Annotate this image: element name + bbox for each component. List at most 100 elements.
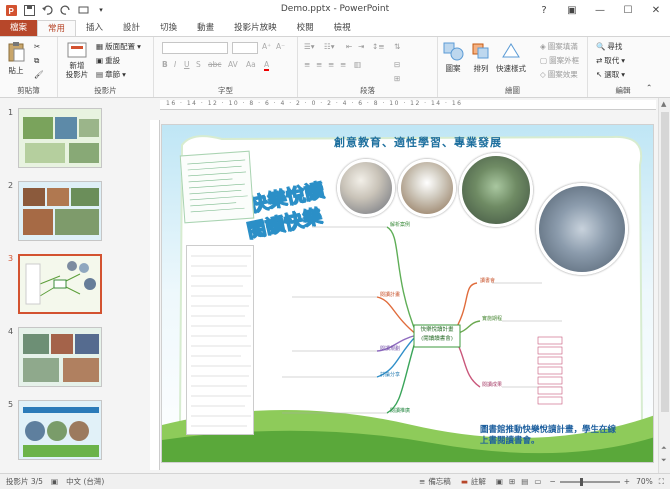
shrink-font-icon[interactable]: A⁻ bbox=[276, 42, 285, 51]
redo-icon[interactable] bbox=[58, 3, 72, 17]
shape-effects-button[interactable]: ◇ 圖案效果 bbox=[540, 69, 578, 80]
cut-icon[interactable]: ✂ bbox=[34, 42, 40, 51]
slideshow-view-icon[interactable]: ▭ bbox=[534, 477, 541, 486]
increase-indent-icon[interactable]: ⇥ bbox=[358, 42, 364, 51]
group-slides: 新增 投影片 ▦ 版面配置 ▾ ▣ 重設 ▤ 章節 ▾ 投影片 bbox=[58, 37, 154, 97]
find-button[interactable]: 🔍 尋找 bbox=[596, 41, 622, 52]
normal-view-icon[interactable]: ▣ bbox=[496, 477, 503, 486]
tab-view[interactable]: 檢視 bbox=[324, 20, 361, 36]
tab-review[interactable]: 校閱 bbox=[287, 20, 324, 36]
columns-icon[interactable]: ▥ bbox=[354, 60, 361, 69]
powerpoint-logo-icon[interactable]: P bbox=[4, 3, 18, 17]
collapse-ribbon-icon[interactable]: ⌃ bbox=[646, 83, 652, 92]
section-button[interactable]: ▤ 章節 ▾ bbox=[96, 69, 126, 80]
thumb-number-5: 5 bbox=[8, 400, 14, 409]
align-right-icon[interactable]: ≡ bbox=[328, 60, 334, 69]
bold-icon[interactable]: B bbox=[162, 60, 168, 69]
grow-font-icon[interactable]: A⁺ bbox=[262, 42, 271, 51]
scrollbar-thumb[interactable] bbox=[661, 112, 669, 412]
shape-fill-button[interactable]: ◈ 圖案填滿 bbox=[540, 41, 578, 52]
slide-thumbnail-4[interactable] bbox=[18, 327, 102, 387]
shapes-button[interactable]: 圖案 bbox=[442, 41, 464, 74]
paste-button[interactable]: 貼上 bbox=[6, 41, 26, 76]
spelling-icon[interactable]: ▣ bbox=[51, 477, 58, 486]
slide-canvas[interactable]: 創意教育、適性學習、專業發展 快樂悅讀 閱讀快樂 快樂悅讀計畫 (閱讀讀書會) … bbox=[161, 124, 654, 463]
tab-animations[interactable]: 動畫 bbox=[187, 20, 224, 36]
char-spacing-icon[interactable]: AV bbox=[228, 60, 238, 69]
text-direction-icon[interactable]: ⇅ bbox=[394, 42, 400, 51]
bullets-icon[interactable]: ☰▾ bbox=[304, 42, 315, 51]
language-status[interactable]: 中文 (台灣) bbox=[66, 476, 104, 487]
quick-styles-button[interactable]: 快速樣式 bbox=[496, 41, 526, 74]
mindmap-branch-1: 解析案例 bbox=[390, 222, 411, 228]
tab-design[interactable]: 設計 bbox=[113, 20, 150, 36]
fit-slide-icon[interactable]: ⛶ bbox=[659, 477, 664, 487]
justify-icon[interactable]: ≡ bbox=[340, 60, 346, 69]
horizontal-ruler: 16 · 14 · 12 · 10 · 8 · 6 · 4 · 2 · 0 · … bbox=[160, 100, 656, 110]
font-color-icon[interactable]: A bbox=[264, 60, 270, 71]
notes-icon[interactable]: ≡ bbox=[419, 477, 425, 486]
slide-thumbnail-2[interactable] bbox=[18, 181, 102, 241]
next-slide-icon[interactable]: ⏷ bbox=[661, 456, 667, 465]
prev-slide-icon[interactable]: ⏶ bbox=[661, 444, 667, 453]
select-button[interactable]: ↖ 選取 ▾ bbox=[596, 69, 625, 80]
tab-slideshow[interactable]: 投影片放映 bbox=[224, 20, 287, 36]
strikethrough-icon[interactable]: abc bbox=[208, 60, 221, 69]
group-label-paragraph: 段落 bbox=[360, 86, 375, 95]
zoom-slider-thumb[interactable] bbox=[579, 477, 583, 486]
customize-qat-icon[interactable]: ▾ bbox=[94, 3, 108, 17]
mindmap-branch-7: 實施期程 bbox=[482, 316, 503, 322]
save-icon[interactable] bbox=[22, 3, 36, 17]
zoom-in-button[interactable]: + bbox=[624, 477, 630, 486]
slideshow-icon[interactable] bbox=[76, 3, 90, 17]
decrease-indent-icon[interactable]: ⇤ bbox=[346, 42, 352, 51]
center-node-line-1: 快樂悅讀計畫 bbox=[420, 327, 454, 333]
new-slide-button[interactable]: 新增 投影片 bbox=[62, 41, 92, 79]
copy-icon[interactable]: ⧉ bbox=[34, 56, 39, 66]
notes-button[interactable]: 備忘稿 bbox=[428, 476, 451, 487]
zoom-slider[interactable] bbox=[559, 477, 620, 486]
reading-view-icon[interactable]: ▤ bbox=[521, 477, 528, 486]
tab-home[interactable]: 常用 bbox=[37, 20, 77, 36]
maximize-button[interactable]: ☐ bbox=[614, 0, 642, 20]
align-left-icon[interactable]: ≡ bbox=[304, 60, 310, 69]
vertical-scrollbar[interactable]: ▲ ⏶ ⏷ bbox=[658, 98, 670, 473]
format-painter-icon[interactable]: 🖌 bbox=[34, 70, 44, 79]
help-icon[interactable]: ? bbox=[530, 0, 558, 20]
undo-icon[interactable] bbox=[40, 3, 54, 17]
quick-styles-icon bbox=[502, 43, 520, 58]
minimize-button[interactable]: — bbox=[586, 0, 614, 20]
slide-position: 投影片 3/5 bbox=[6, 477, 43, 486]
font-name-dropdown[interactable] bbox=[162, 42, 228, 54]
shadow-icon[interactable]: S bbox=[196, 60, 201, 69]
change-case-icon[interactable]: Aa bbox=[246, 60, 256, 69]
slide-thumbnail-5[interactable] bbox=[18, 400, 102, 460]
italic-icon[interactable]: I bbox=[174, 60, 176, 69]
close-button[interactable]: ✕ bbox=[642, 0, 670, 20]
tab-insert[interactable]: 插入 bbox=[76, 20, 113, 36]
align-text-icon[interactable]: ⊟ bbox=[394, 60, 400, 69]
tab-file[interactable]: 檔案 bbox=[0, 20, 38, 36]
shape-outline-button[interactable]: ▢ 圖案外框 bbox=[540, 55, 579, 66]
smartart-icon[interactable]: ⊞ bbox=[394, 74, 400, 83]
zoom-out-button[interactable]: − bbox=[549, 477, 555, 486]
font-size-dropdown[interactable] bbox=[232, 42, 258, 54]
reset-button[interactable]: ▣ 重設 bbox=[96, 55, 120, 66]
underline-icon[interactable]: U bbox=[184, 60, 190, 69]
numbering-icon[interactable]: ☷▾ bbox=[324, 42, 335, 51]
slide-thumbnail-3[interactable] bbox=[18, 254, 102, 314]
zoom-level[interactable]: 70% bbox=[636, 477, 653, 486]
comments-icon[interactable]: ▬ bbox=[461, 477, 468, 486]
slide-sorter-icon[interactable]: ⊞ bbox=[509, 477, 515, 486]
scroll-up-icon[interactable]: ▲ bbox=[661, 100, 666, 108]
align-center-icon[interactable]: ≡ bbox=[316, 60, 322, 69]
arrange-button[interactable]: 排列 bbox=[470, 41, 492, 74]
comments-button[interactable]: 註解 bbox=[471, 476, 486, 487]
tab-transitions[interactable]: 切換 bbox=[150, 20, 187, 36]
slide-thumbnail-1[interactable] bbox=[18, 108, 102, 168]
replace-button[interactable]: ⇄ 取代 ▾ bbox=[596, 55, 625, 66]
mindmap-branch-8: 閱讀成果 bbox=[482, 382, 503, 388]
ribbon-display-icon[interactable]: ▣ bbox=[558, 0, 586, 20]
line-spacing-icon[interactable]: ↕≡ bbox=[372, 42, 385, 51]
layout-button[interactable]: ▦ 版面配置 ▾ bbox=[96, 41, 141, 52]
